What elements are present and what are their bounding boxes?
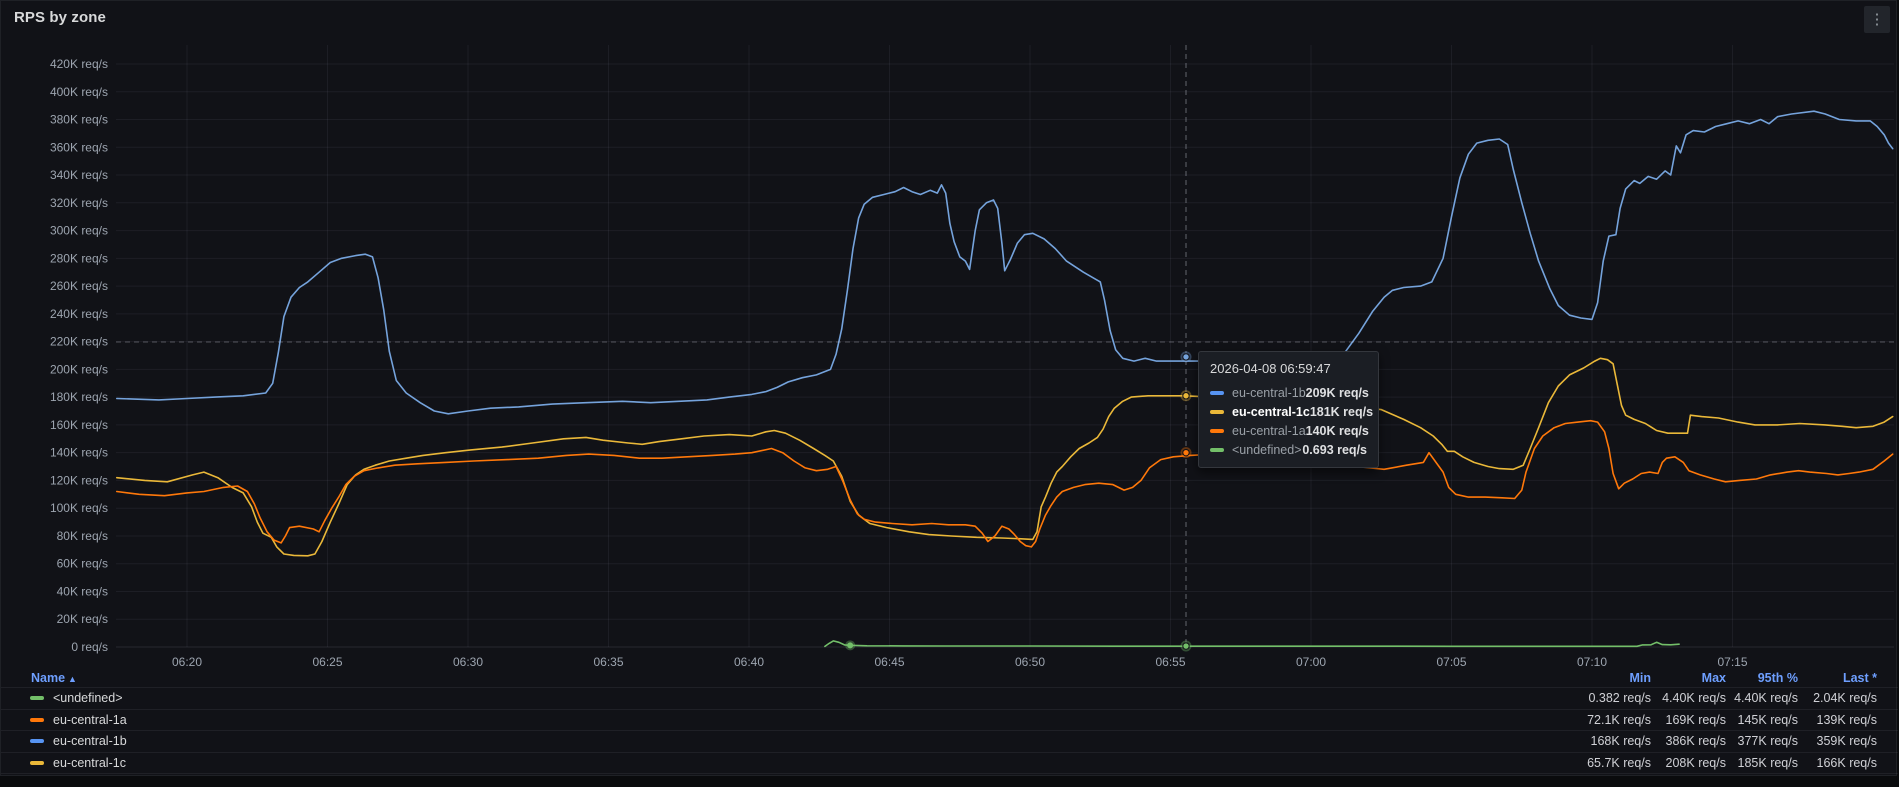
- legend-header-row: Name ▲ Min Max 95th % Last *: [1, 668, 1898, 688]
- legend-series-name[interactable]: <undefined>: [53, 691, 123, 705]
- legend-series-name[interactable]: eu-central-1a: [53, 713, 127, 727]
- series-color-swatch: [30, 717, 44, 722]
- series-line-undefined: [824, 640, 1680, 648]
- time-series-chart[interactable]: 0 req/s 20K req/s 40K req/s 60K req/s 80K re…: [1, 1, 1898, 775]
- y-axis-tick-label: 20K req/s: [57, 612, 108, 626]
- hover-marker: [1182, 353, 1190, 361]
- x-axis-tick-label: 06:30: [453, 655, 483, 669]
- y-axis-tick-label: 200K req/s: [50, 362, 108, 376]
- panel-title: RPS by zone: [14, 9, 106, 26]
- series-color-swatch: [1210, 410, 1224, 414]
- hover-marker: [1182, 392, 1190, 400]
- y-axis-tick-label: 420K req/s: [50, 57, 108, 71]
- x-axis-tick-label: 07:10: [1577, 655, 1607, 669]
- y-axis-tick-label: 120K req/s: [50, 473, 108, 487]
- y-axis-tick-label: 140K req/s: [50, 446, 108, 460]
- legend-series-name[interactable]: eu-central-1b: [53, 734, 127, 748]
- x-axis-tick-label: 06:35: [593, 655, 623, 669]
- sort-asc-icon: ▲: [68, 673, 77, 684]
- y-axis-tick-label: 360K req/s: [50, 140, 108, 154]
- x-axis-tick-label: 06:55: [1155, 655, 1185, 669]
- y-axis-tick-label: 40K req/s: [57, 584, 108, 598]
- y-axis-tick-label: 240K req/s: [50, 307, 108, 321]
- dashboard-panel-screenshot: RPS by zone ⋮ 0 req/s 20K req/s 40K req/s 6…: [0, 0, 1899, 787]
- tooltip-series-value: 181K req/s: [1309, 405, 1374, 419]
- legend-series-name[interactable]: eu-central-1c: [53, 756, 126, 770]
- y-axis-tick-label: 220K req/s: [50, 335, 108, 349]
- tooltip-row: eu-central-1c 181K req/s: [1210, 405, 1373, 419]
- y-axis-tick-label: 280K req/s: [50, 251, 108, 265]
- x-axis-tick-label: 07:00: [1296, 655, 1326, 669]
- tooltip-series-name: <undefined>: [1232, 443, 1302, 457]
- legend-value-last: 2.04K req/s: [1813, 691, 1877, 706]
- x-axis-tick-label: 07:05: [1436, 655, 1466, 669]
- tooltip-row: eu-central-1b 209K req/s: [1210, 386, 1369, 400]
- series-color-swatch: [1210, 391, 1224, 395]
- y-axis-tick-label: 340K req/s: [50, 168, 108, 182]
- tooltip-row: eu-central-1a 140K req/s: [1210, 424, 1369, 438]
- y-axis-tick-label: 80K req/s: [57, 529, 108, 543]
- legend-value-min: 168K req/s: [1590, 734, 1651, 749]
- legend-header-name[interactable]: Name ▲: [31, 671, 77, 685]
- tooltip-series-name: eu-central-1a: [1232, 424, 1306, 438]
- legend-value-min: 65.7K req/s: [1587, 755, 1651, 770]
- y-axis-tick-label: 260K req/s: [50, 279, 108, 293]
- tooltip-series-value: 209K req/s: [1305, 386, 1369, 400]
- panel-header: RPS by zone ⋮: [1, 1, 1896, 33]
- legend-value-last: 359K req/s: [1816, 734, 1877, 749]
- panel: RPS by zone ⋮ 0 req/s 20K req/s 40K req/s 6…: [0, 0, 1898, 776]
- series-color-swatch: [30, 760, 44, 765]
- kebab-vertical-icon: ⋮: [1869, 11, 1885, 28]
- chart-tooltip: 2026-04-08 06:59:47 eu-central-1b 209K re…: [1198, 351, 1379, 468]
- series-line-eucentral1c: [116, 357, 1894, 557]
- x-axis-tick-label: 06:50: [1015, 655, 1045, 669]
- series-color-swatch: [1210, 448, 1224, 452]
- legend-value-last: 166K req/s: [1816, 755, 1877, 770]
- y-axis-tick-label: 0 req/s: [71, 640, 108, 654]
- legend-table: Name ▲ Min Max 95th % Last * <undefined> 0…: [1, 668, 1898, 774]
- x-axis-tick-label: 07:15: [1717, 655, 1747, 669]
- y-axis-tick-label: 60K req/s: [57, 557, 108, 571]
- series-line-eucentral1a: [116, 419, 1894, 548]
- tooltip-row: <undefined> 0.693 req/s: [1210, 443, 1367, 457]
- legend-row: <undefined> 0.382 req/s 4.40K req/s 4.40K r…: [1, 688, 1898, 710]
- series-color-swatch: [30, 739, 44, 744]
- tooltip-series-value: 140K req/s: [1305, 424, 1369, 438]
- x-axis-tick-label: 06:40: [734, 655, 764, 669]
- series-color-swatch: [1210, 429, 1224, 433]
- legend-value-min: 0.382 req/s: [1588, 691, 1651, 706]
- y-axis-tick-label: 300K req/s: [50, 224, 108, 238]
- legend-row: eu-central-1b 168K req/s 386K req/s 377K re…: [1, 731, 1898, 753]
- tooltip-series-value: 0.693 req/s: [1302, 443, 1367, 457]
- x-axis-tick-label: 06:45: [874, 655, 904, 669]
- series-line-eucentral1b: [116, 110, 1894, 415]
- x-axis-tick-label: 06:20: [172, 655, 202, 669]
- x-axis-tick-label: 06:25: [312, 655, 342, 669]
- panel-menu-button[interactable]: ⋮: [1864, 6, 1890, 33]
- legend-header-name-label: Name: [31, 670, 66, 685]
- y-axis-tick-label: 400K req/s: [50, 85, 108, 99]
- legend-row: eu-central-1c 65.7K req/s 208K req/s 185K r…: [1, 753, 1898, 774]
- legend-row: eu-central-1a 72.1K req/s 169K req/s 145K r…: [1, 710, 1898, 731]
- hover-marker: [1182, 642, 1190, 650]
- tooltip-series-name: eu-central-1c: [1232, 405, 1310, 419]
- tooltip-timestamp: 2026-04-08 06:59:47: [1210, 361, 1331, 376]
- y-axis-tick-label: 180K req/s: [50, 390, 108, 404]
- series-color-swatch: [30, 696, 44, 701]
- y-axis-tick-label: 160K req/s: [50, 418, 108, 432]
- legend-value-last: 139K req/s: [1816, 712, 1877, 727]
- legend-header-min[interactable]: Min: [1506, 671, 1651, 685]
- legend-value-min: 72.1K req/s: [1587, 712, 1651, 727]
- y-axis-tick-label: 380K req/s: [50, 113, 108, 127]
- y-axis-tick-label: 320K req/s: [50, 196, 108, 210]
- series-point-marker: [847, 642, 854, 649]
- tooltip-series-name: eu-central-1b: [1232, 386, 1306, 400]
- hover-marker: [1182, 448, 1190, 457]
- legend-header-last[interactable]: Last *: [1782, 671, 1877, 685]
- y-axis-tick-label: 100K req/s: [50, 501, 108, 515]
